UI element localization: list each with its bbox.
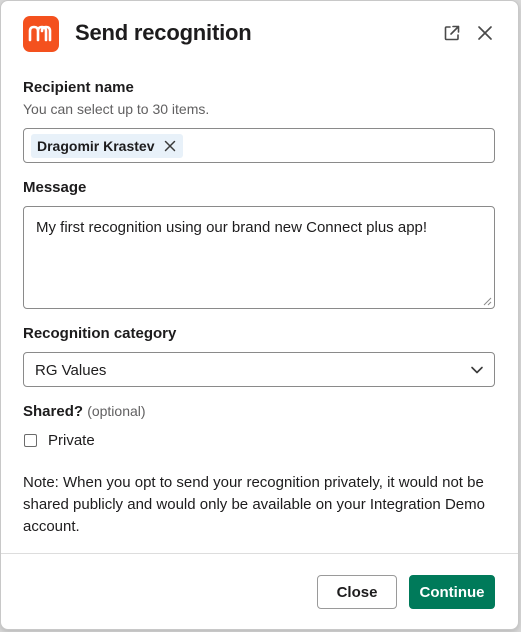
recipient-label: Recipient name <box>23 79 134 96</box>
category-label: Recognition category <box>23 325 177 342</box>
close-modal-button[interactable] <box>473 21 497 45</box>
open-in-new-window-button[interactable] <box>440 21 464 45</box>
close-button[interactable]: Close <box>317 575 397 609</box>
modal-header: Send recognition <box>1 1 518 67</box>
private-checkbox[interactable] <box>24 434 37 447</box>
shared-label-text: Shared? <box>23 403 84 420</box>
modal-title: Send recognition <box>75 20 252 45</box>
remove-icon <box>164 140 175 152</box>
shared-label: Shared? (optional) <box>23 403 146 420</box>
app-logo-icon <box>23 16 59 52</box>
chevron-down-icon <box>470 365 484 375</box>
external-link-icon <box>444 25 460 41</box>
resize-handle-icon[interactable] <box>483 297 492 306</box>
category-selected-value: RG Values <box>35 362 107 379</box>
footer-divider <box>1 553 518 554</box>
recipient-hint: You can select up to 30 items. <box>23 101 210 117</box>
recipient-chip-label: Dragomir Krastev <box>37 138 155 154</box>
recipient-multiselect[interactable]: Dragomir Krastev <box>23 128 495 163</box>
close-icon <box>478 26 492 40</box>
category-select[interactable]: RG Values <box>23 352 495 387</box>
message-value: My first recognition using our brand new… <box>36 219 428 236</box>
remove-recipient-button[interactable] <box>163 139 177 153</box>
message-label: Message <box>23 179 87 196</box>
continue-button[interactable]: Continue <box>409 575 495 609</box>
message-textarea[interactable]: My first recognition using our brand new… <box>23 206 495 309</box>
send-recognition-modal: Send recognition Recipient name You can … <box>0 0 519 630</box>
privacy-note: Note: When you opt to send your recognit… <box>23 474 485 535</box>
recipient-chip: Dragomir Krastev <box>31 134 183 158</box>
optional-marker: (optional) <box>87 403 146 419</box>
private-checkbox-label[interactable]: Private <box>48 432 95 449</box>
